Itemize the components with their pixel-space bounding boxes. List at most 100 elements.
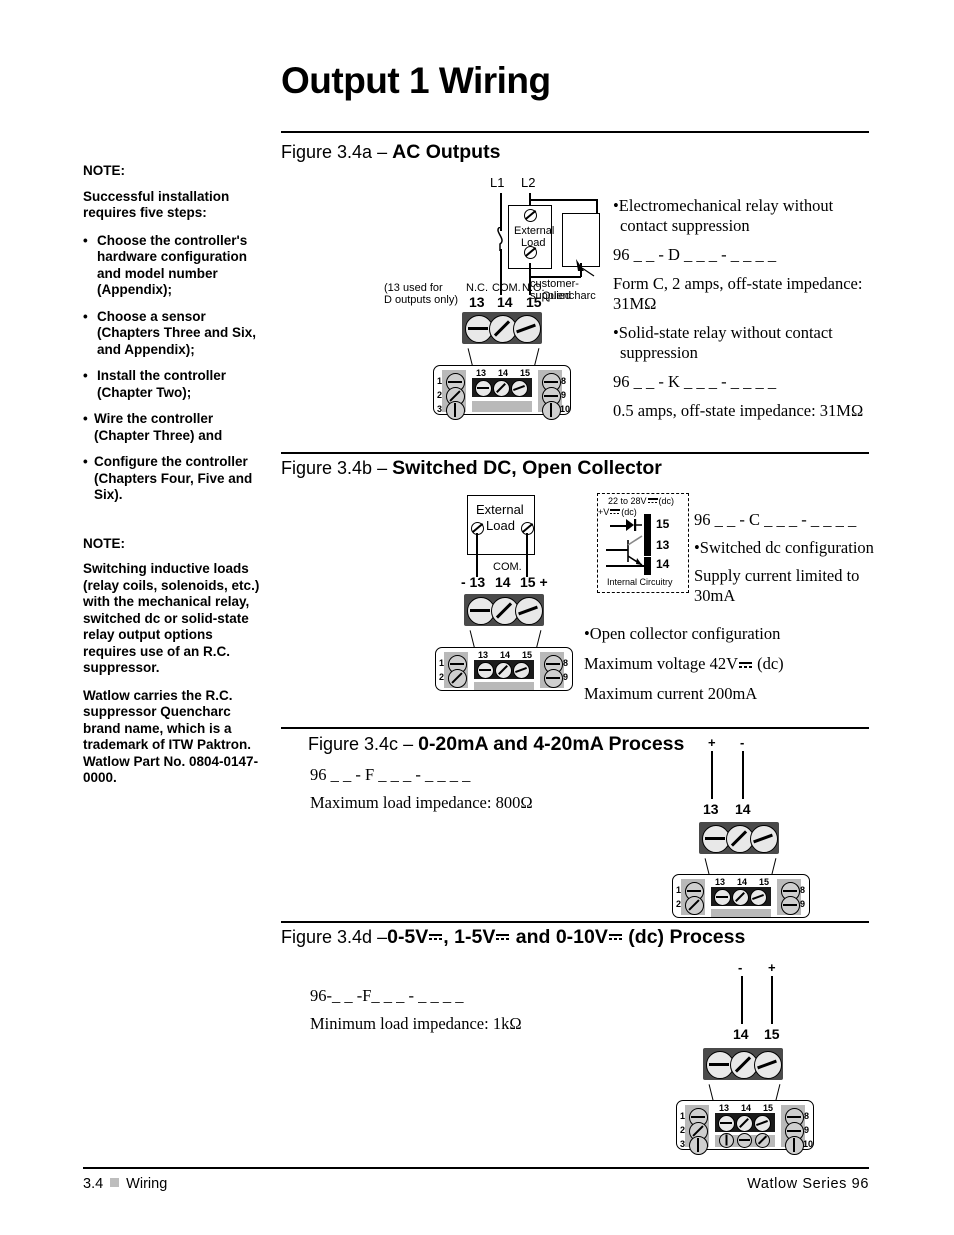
screw-slot-icon bbox=[449, 390, 461, 402]
mini-connector bbox=[711, 887, 771, 906]
terminal-pole-15 bbox=[754, 1051, 782, 1079]
spec-detail-1: Supply current limited to 30mA bbox=[694, 566, 860, 605]
screw-slot-icon bbox=[546, 677, 560, 679]
callout-arrow-icon bbox=[576, 259, 595, 277]
figure-d-polarity: - + 14 15 bbox=[694, 960, 814, 1042]
supply-range-suffix: (dc) bbox=[658, 496, 675, 506]
figure-d-divider bbox=[281, 921, 869, 923]
terminal-pole-15 bbox=[750, 825, 778, 853]
spec-bullet-1: •Switched dc configuration bbox=[694, 538, 874, 557]
controller-number-8: 8 bbox=[800, 885, 806, 895]
lower-connector-strip bbox=[474, 682, 534, 690]
bullet-icon: • bbox=[83, 411, 88, 426]
terminal-number-15: 15 bbox=[764, 1026, 780, 1042]
mini-pole-15 bbox=[750, 889, 767, 906]
controller-number-3: 3 bbox=[437, 404, 443, 414]
lower-connector-strip bbox=[711, 909, 771, 917]
spec-bullet-1: •Electromechanical relay without contact… bbox=[613, 196, 834, 235]
terminal-connector-block bbox=[464, 594, 544, 626]
terminal-pole-15 bbox=[515, 597, 543, 625]
terminal-pole-15 bbox=[513, 315, 541, 343]
screw-slot-icon bbox=[756, 1120, 768, 1126]
controller-terminal-9 bbox=[544, 669, 563, 688]
polarity-plus: + bbox=[708, 735, 716, 750]
figure-b-title: Switched DC, Open Collector bbox=[392, 457, 662, 479]
screw-slot-icon bbox=[687, 890, 701, 892]
list-item-text: Configure the controller (Chapters Four,… bbox=[94, 454, 253, 502]
mini-pole-14 bbox=[493, 380, 510, 397]
internal-terminal-14: 14 bbox=[656, 557, 670, 571]
controller-top-number-14: 14 bbox=[741, 1103, 752, 1113]
controller-terminal-3 bbox=[689, 1136, 708, 1155]
mini-connector bbox=[472, 378, 532, 397]
terminal-number-14: 14 bbox=[497, 294, 513, 310]
figure-a-label: Figure 3.4a bbox=[281, 142, 373, 162]
spec-detail-2-post: (dc) bbox=[757, 654, 784, 673]
quencharc-caption-2: Quencharc bbox=[542, 290, 596, 302]
dc-symbol-icon bbox=[608, 933, 622, 942]
list-item: • Choose a sensor (Chapters Three and Six… bbox=[83, 309, 263, 359]
footer-left: 3.4 Wiring bbox=[83, 1176, 167, 1192]
external-load-line1: External bbox=[514, 225, 555, 237]
screw-slot-icon bbox=[793, 1138, 795, 1152]
wire-minus-lead bbox=[742, 751, 744, 799]
screw-slot-icon bbox=[692, 1125, 704, 1137]
figure-d-title: 0-5V , 1-5V and 0-10V (dc) Process bbox=[387, 926, 745, 948]
external-load-line1: External bbox=[476, 502, 524, 517]
plus-v-label: +V (dc) bbox=[598, 507, 637, 517]
model-number: 96-_ _ -F_ _ _ - _ _ _ _ bbox=[310, 986, 464, 1005]
sidebar-notes: NOTE: Successful installation requires f… bbox=[83, 163, 263, 798]
screw-slot-icon bbox=[752, 894, 764, 900]
controller-face: 1 2 3 8 9 10 13 14 15 bbox=[433, 365, 571, 420]
controller-number-10: 10 bbox=[803, 1139, 814, 1149]
lower-terminal-c bbox=[755, 1133, 770, 1148]
figure-d-title-part2: , 1-5V bbox=[443, 926, 496, 948]
controller-face: 1 2 8 9 13 14 15 bbox=[672, 874, 810, 918]
screw-slot-icon bbox=[720, 1122, 732, 1124]
wire-right-lead bbox=[526, 533, 528, 577]
dc-symbol-icon bbox=[496, 933, 510, 942]
figure-c-divider bbox=[281, 727, 869, 729]
wire-plus-lead bbox=[771, 976, 773, 1024]
controller-number-9: 9 bbox=[804, 1125, 810, 1135]
list-item: • Wire the controller (Chapter Three) and bbox=[83, 411, 263, 444]
screw-slot-icon bbox=[787, 1116, 801, 1118]
figure-b-schematic: External Load COM. - 13 14 15 + bbox=[425, 490, 605, 600]
controller-number-3: 3 bbox=[680, 1139, 686, 1149]
screw-slot-icon bbox=[691, 1116, 705, 1118]
figure-d-heading: Figure 3.4d –0-5V , 1-5V and 0-10V (dc) P… bbox=[281, 926, 745, 949]
controller-number-9: 9 bbox=[563, 672, 569, 682]
screw-terminal-icon bbox=[471, 522, 484, 535]
controller-number-2: 2 bbox=[680, 1125, 686, 1135]
screw-slot-icon bbox=[451, 672, 463, 684]
footer-right: Watlow Series 96 bbox=[747, 1176, 869, 1192]
screw-slot-icon bbox=[516, 323, 536, 334]
note1-list: • Choose the controller's hardware config… bbox=[83, 233, 263, 504]
figure-b-heading: Figure 3.4b – Switched DC, Open Collecto… bbox=[281, 457, 662, 480]
plus-v-value: +V bbox=[598, 507, 610, 517]
mini-pole-15 bbox=[511, 380, 528, 397]
supply-range-value: 22 to 28V bbox=[608, 496, 647, 506]
screw-slot-icon bbox=[454, 403, 456, 417]
wire-left-lead bbox=[476, 533, 478, 577]
polarity-minus: - bbox=[738, 960, 743, 975]
screw-slot-icon bbox=[493, 320, 511, 337]
list-item-text: Install the controller (Chapter Two); bbox=[97, 368, 227, 400]
terminal-number-13: 13 bbox=[469, 294, 485, 310]
label-l1: L1 bbox=[490, 175, 505, 190]
screw-slot-icon bbox=[544, 381, 558, 383]
label-l2: L2 bbox=[521, 175, 536, 190]
note2-paragraph-1: Switching inductive loads (relay coils, … bbox=[83, 561, 260, 675]
screw-slot-icon bbox=[787, 1130, 801, 1132]
footer-square-icon bbox=[110, 1178, 120, 1187]
figure-a-divider bbox=[281, 131, 869, 133]
terminal-connector-block bbox=[699, 822, 779, 854]
controller-number-2: 2 bbox=[439, 672, 445, 682]
controller-terminal-9 bbox=[781, 896, 800, 915]
note1-label: NOTE: bbox=[83, 163, 125, 178]
controller-top-number-13: 13 bbox=[719, 1103, 730, 1113]
bullet-icon: • bbox=[83, 454, 88, 469]
mini-pole-14 bbox=[732, 889, 749, 906]
controller-top-number-15: 15 bbox=[520, 368, 531, 378]
